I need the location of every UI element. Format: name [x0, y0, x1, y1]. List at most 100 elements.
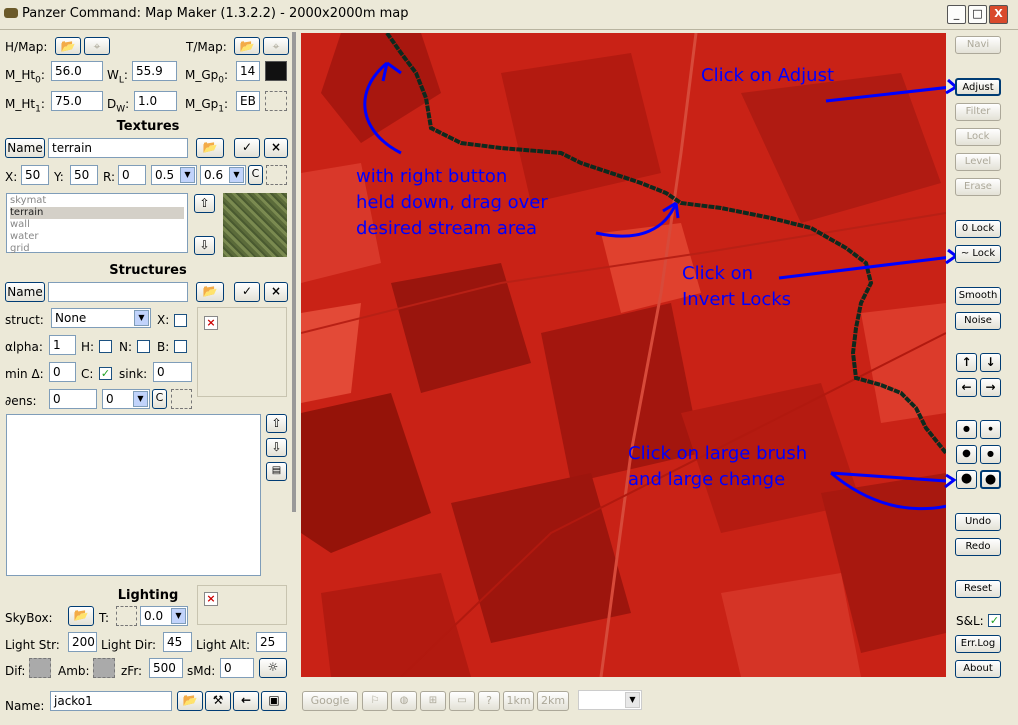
texture-open-folder-icon[interactable]: 📂: [196, 138, 224, 158]
small-brush-drop-icon[interactable]: ●: [956, 420, 977, 439]
reset-button[interactable]: Reset: [955, 580, 1001, 598]
density-select[interactable]: 0 ▼: [102, 389, 150, 409]
list-item[interactable]: skymat: [10, 195, 184, 207]
texture-list[interactable]: skymat terrain wall water grid: [6, 193, 188, 255]
structure-delete-button[interactable]: ×: [264, 282, 288, 302]
level-button[interactable]: Level: [955, 153, 1001, 171]
save-disk-icon[interactable]: ▣: [261, 691, 287, 711]
wl-input[interactable]: 55.9: [132, 61, 177, 81]
min-delta-input[interactable]: 0: [49, 362, 76, 382]
texture-ok-button[interactable]: ✓: [234, 138, 260, 158]
mgp1-color-swatch[interactable]: [265, 91, 287, 111]
minimize-button[interactable]: _: [947, 5, 966, 24]
mgp0-color-swatch[interactable]: [265, 61, 287, 81]
pan-up-arrow-icon[interactable]: ↑: [956, 353, 977, 372]
large-change-dot-icon[interactable]: ●: [980, 470, 1001, 489]
medium-change-dot-icon[interactable]: ●: [980, 445, 1001, 464]
h-checkbox[interactable]: [99, 340, 112, 353]
image-icon[interactable]: ▭: [449, 691, 475, 711]
zfr-input[interactable]: 500: [149, 658, 183, 678]
dw-input[interactable]: 1.0: [134, 91, 177, 111]
light-str-input[interactable]: 200: [68, 632, 97, 652]
tools-icon[interactable]: ⚒: [205, 691, 231, 711]
dif-color-swatch[interactable]: [29, 658, 51, 678]
hmap-globe-icon[interactable]: ⌖: [84, 37, 110, 55]
skybox-color-swatch[interactable]: [116, 606, 137, 626]
small-change-dot-icon[interactable]: ●: [980, 420, 1001, 439]
help-button[interactable]: ?: [478, 691, 500, 711]
tex-r-input[interactable]: 0: [118, 165, 146, 185]
structure-ok-button[interactable]: ✓: [234, 282, 260, 302]
density-c-button[interactable]: C: [152, 389, 167, 409]
pan-left-arrow-icon[interactable]: ←: [956, 378, 977, 397]
struct-move-up-arrow-icon[interactable]: ⇧: [266, 414, 287, 433]
b-checkbox[interactable]: [174, 340, 187, 353]
map-canvas[interactable]: Click on Adjust with right button held d…: [301, 33, 946, 677]
structure-open-folder-icon[interactable]: 📂: [196, 282, 224, 302]
undo-button[interactable]: Undo: [955, 513, 1001, 531]
smd-input[interactable]: 0: [220, 658, 254, 678]
pan-down-arrow-icon[interactable]: ↓: [980, 353, 1001, 372]
sink-input[interactable]: 0: [153, 362, 192, 382]
navi-button[interactable]: Navi: [955, 36, 1001, 54]
pan-right-arrow-icon[interactable]: →: [980, 378, 1001, 397]
tex-scale1-select[interactable]: 0.5 ▼: [151, 165, 197, 185]
struct-select[interactable]: None ▼: [51, 308, 151, 328]
about-button[interactable]: About: [955, 660, 1001, 678]
open-folder-icon[interactable]: 📂: [177, 691, 203, 711]
struct-move-down-arrow-icon[interactable]: ⇩: [266, 438, 287, 457]
zero-lock-button[interactable]: 0 Lock: [955, 220, 1001, 238]
structure-name-input[interactable]: [48, 282, 188, 302]
tex-scale2-select[interactable]: 0.6 ▼: [200, 165, 246, 185]
struct-x-checkbox[interactable]: [174, 314, 187, 327]
lock-button[interactable]: Lock: [955, 128, 1001, 146]
grid-icon[interactable]: ⊞: [420, 691, 446, 711]
google-button[interactable]: Google: [302, 691, 358, 711]
sl-checkbox[interactable]: ✓: [988, 614, 1001, 627]
tex-y-input[interactable]: 50: [70, 165, 98, 185]
smooth-button[interactable]: Smooth: [955, 287, 1001, 305]
tex-color-swatch[interactable]: [266, 165, 287, 185]
back-arrow-icon[interactable]: ←: [233, 691, 259, 711]
mgp0-input[interactable]: 14: [236, 61, 260, 81]
list-item[interactable]: wall: [10, 219, 184, 231]
redo-button[interactable]: Redo: [955, 538, 1001, 556]
large-brush-drop-icon[interactable]: ●: [956, 470, 977, 489]
chart-icon[interactable]: ⚐: [362, 691, 388, 711]
texture-delete-button[interactable]: ×: [264, 138, 288, 158]
panel-splitter[interactable]: [292, 32, 296, 512]
move-up-arrow-icon[interactable]: ⇧: [194, 194, 215, 213]
density-color-swatch[interactable]: [171, 389, 192, 409]
texture-name-input[interactable]: terrain: [48, 138, 188, 158]
n-checkbox[interactable]: [137, 340, 150, 353]
list-item[interactable]: water: [10, 231, 184, 243]
list-item[interactable]: grid: [10, 243, 184, 255]
light-dir-input[interactable]: 45: [163, 632, 192, 652]
maximize-button[interactable]: □: [968, 5, 987, 24]
tex-c-button[interactable]: C: [248, 165, 263, 185]
noise-button[interactable]: Noise: [955, 312, 1001, 330]
structure-list[interactable]: [6, 414, 261, 576]
list-item[interactable]: terrain: [10, 207, 184, 219]
c-checkbox[interactable]: ✓: [99, 367, 112, 380]
tmap-globe-icon[interactable]: ⌖: [263, 37, 289, 55]
structure-name-button[interactable]: Name: [5, 282, 45, 302]
tex-x-input[interactable]: 50: [21, 165, 49, 185]
light-alt-input[interactable]: 25: [256, 632, 287, 652]
density-input[interactable]: 0: [49, 389, 97, 409]
scale-2km-button[interactable]: 2km: [537, 691, 569, 711]
texture-name-button[interactable]: Name: [5, 138, 45, 158]
globe-icon[interactable]: ◍: [391, 691, 417, 711]
alpha-input[interactable]: 1: [49, 335, 76, 355]
skybox-open-folder-icon[interactable]: 📂: [68, 606, 94, 626]
zoom-select[interactable]: ▼: [578, 690, 642, 710]
map-name-input[interactable]: jacko1: [50, 691, 172, 711]
error-log-button[interactable]: Err.Log: [955, 635, 1001, 653]
struct-copy-icon[interactable]: ▤: [266, 462, 287, 481]
amb-color-swatch[interactable]: [93, 658, 115, 678]
mht0-input[interactable]: 56.0: [51, 61, 103, 81]
scale-1km-button[interactable]: 1km: [503, 691, 534, 711]
erase-button[interactable]: Erase: [955, 178, 1001, 196]
tmap-open-folder-icon[interactable]: 📂: [234, 37, 260, 55]
close-button[interactable]: X: [989, 5, 1008, 24]
